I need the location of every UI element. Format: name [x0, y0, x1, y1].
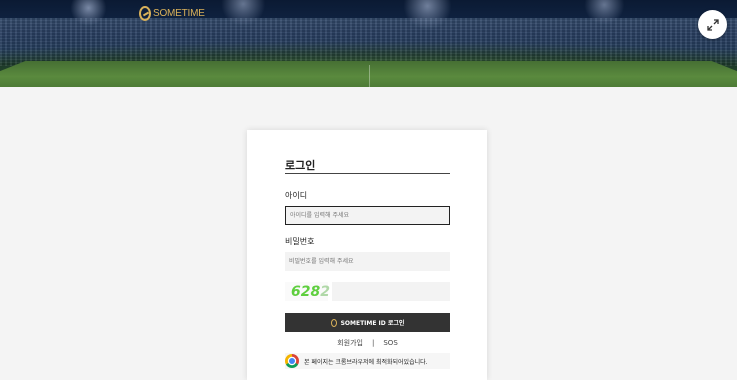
browser-notice: 본 페이지는 크롬브라우저에 최적화되어있습니다.	[285, 353, 450, 369]
id-input[interactable]	[285, 206, 450, 225]
login-button[interactable]: SOMETIME ID 로그인	[285, 313, 450, 332]
title-divider	[285, 173, 450, 174]
stadium-pitch	[0, 61, 737, 87]
browser-notice-text: 본 페이지는 크롬브라우저에 최적화되어있습니다.	[304, 358, 428, 366]
captcha-input[interactable]	[332, 282, 450, 301]
chrome-icon	[285, 354, 299, 368]
password-label: 비밀번호	[285, 237, 315, 246]
link-separator: |	[372, 339, 375, 347]
login-title: 로그인	[285, 159, 316, 172]
logo-s-icon	[139, 5, 151, 21]
captcha-digits: 628	[291, 283, 321, 300]
signup-link[interactable]: 회원가입	[337, 339, 363, 347]
logo-s-icon	[330, 318, 337, 327]
captcha-image: 628 2	[285, 282, 330, 301]
password-input[interactable]	[285, 252, 450, 271]
captcha-digit-faded: 2	[320, 283, 330, 300]
stadium-banner	[0, 0, 737, 87]
sos-link[interactable]: SOS	[383, 339, 397, 347]
auth-links: 회원가입 | SOS	[285, 338, 450, 348]
brand-logo[interactable]: SOMETIME	[139, 4, 205, 22]
login-button-label: SOMETIME ID 로그인	[340, 320, 405, 327]
fullscreen-button[interactable]	[698, 10, 727, 39]
logo-text: SOMETIME	[153, 7, 205, 19]
stadium-crowd	[0, 18, 737, 66]
id-label: 아이디	[285, 191, 308, 200]
expand-arrows-icon	[706, 18, 719, 31]
